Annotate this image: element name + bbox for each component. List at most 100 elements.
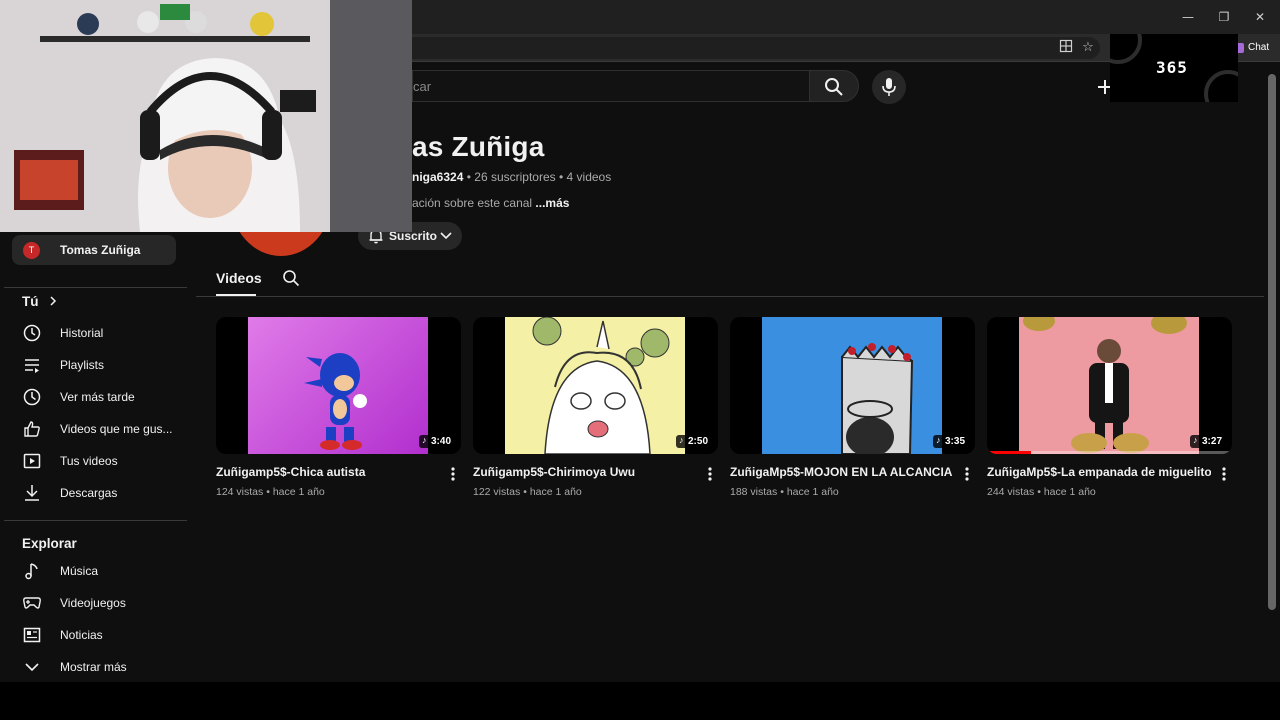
sidebar-divider [4, 520, 187, 521]
sidebar-item-label: Descargas [60, 486, 118, 500]
stream-logo: 365 [1110, 34, 1238, 102]
channel-search-button[interactable] [282, 269, 302, 289]
sidebar-item-news[interactable]: Noticias [12, 620, 176, 650]
section-title: Tú [22, 294, 39, 309]
scrollbar-thumb[interactable] [1268, 74, 1276, 610]
bookmark-star-icon[interactable]: ☆ [1080, 39, 1096, 55]
sidebar-divider [4, 287, 187, 288]
sidebar-item-playlists[interactable]: Playlists [12, 350, 176, 380]
subscriber-count: 26 suscriptores [474, 170, 556, 184]
video-duration: 3:35 [932, 435, 969, 448]
app-install-icon[interactable] [1058, 39, 1074, 55]
video-meta: 124 vistas • hace 1 año [216, 486, 325, 498]
more-vert-icon[interactable] [705, 466, 715, 482]
channel-description[interactable]: ación sobre este canal ...más [412, 196, 569, 210]
video-card[interactable]: 3:35 ZuñigaMp5$-MOJON EN LA ALCANCIA 💩 1… [730, 317, 975, 507]
more-vert-icon[interactable] [1219, 466, 1229, 482]
video-thumbnail[interactable]: 2:50 [473, 317, 718, 454]
sidebar-item-label: Tomas Zuñiga [60, 243, 141, 257]
chevron-down-icon [25, 663, 39, 672]
webcam-overlay [0, 0, 412, 232]
sidebar-item-user-channel[interactable]: T Tomas Zuñiga [12, 235, 176, 265]
video-title[interactable]: Zuñigamp5$-Chica autista [216, 465, 440, 479]
music-icon [25, 563, 38, 580]
gaming-icon [23, 597, 41, 609]
view-count: 188 vistas [730, 486, 778, 498]
video-meta: 244 vistas • hace 1 año [987, 486, 1096, 498]
channel-handle: niga6324 [412, 170, 464, 184]
close-icon[interactable]: ✕ [1250, 8, 1270, 26]
upload-age: hace 1 año [272, 486, 325, 498]
video-title[interactable]: ZuñigaMp5$-MOJON EN LA ALCANCIA 💩 [730, 465, 954, 479]
search-input[interactable]: car [412, 70, 810, 102]
search-icon [825, 78, 843, 96]
sidebar-item-show-more[interactable]: Mostrar más [12, 652, 176, 682]
video-meta: 188 vistas • hace 1 año [730, 486, 839, 498]
sidebar-section-explore: Explorar [22, 536, 77, 551]
meta-separator: • [558, 170, 564, 184]
search-placeholder: car [413, 79, 432, 94]
sidebar-item-label: Noticias [60, 628, 103, 642]
description-text: ación sobre este canal [412, 196, 533, 210]
video-count: 4 videos [566, 170, 612, 184]
sidebar-item-label: Videojuegos [60, 596, 126, 610]
more-link[interactable]: ...más [535, 196, 569, 210]
sidebar-item-watch-later[interactable]: Ver más tarde [12, 382, 176, 412]
liked-videos-icon [24, 421, 40, 437]
search-icon [283, 270, 300, 287]
sidebar-item-label: Playlists [60, 358, 105, 372]
more-vert-icon[interactable] [448, 466, 458, 482]
voice-search-button[interactable] [872, 70, 906, 104]
thumbnail-image [1019, 317, 1199, 454]
sidebar-item-music[interactable]: Música [12, 556, 176, 586]
channel-meta: niga6324 • 26 suscriptores • 4 videos [412, 170, 611, 184]
your-videos-icon [23, 453, 41, 469]
video-duration: 2:50 [675, 435, 712, 448]
minimize-icon[interactable]: — [1178, 8, 1198, 26]
playlists-icon [25, 359, 39, 373]
video-duration: 3:27 [1189, 435, 1226, 448]
video-thumbnail[interactable]: 3:27 [987, 317, 1232, 454]
avatar: T [23, 242, 40, 259]
watch-progress-bar [987, 451, 1232, 454]
sidebar-item-liked-videos[interactable]: Videos que me gus... [12, 414, 176, 444]
page-scrollbar[interactable] [1264, 62, 1280, 682]
sidebar-item-history[interactable]: Historial [12, 318, 176, 348]
more-vert-icon[interactable] [962, 466, 972, 482]
chat-button[interactable]: Chat [1236, 39, 1276, 57]
mic-icon [882, 78, 896, 96]
thumbnail-image [248, 317, 428, 454]
search-button[interactable] [809, 70, 859, 102]
sidebar-section-you[interactable]: Tú [22, 294, 58, 309]
sidebar-item-label: Videos que me gus... [60, 422, 173, 436]
sidebar-item-label: Música [60, 564, 99, 578]
tab-videos[interactable]: Videos [216, 270, 262, 286]
channel-name: as Zuñiga [412, 131, 545, 162]
video-meta: 122 vistas • hace 1 año [473, 486, 582, 498]
video-title[interactable]: Zuñigamp5$-Chirimoya Uwu [473, 465, 697, 479]
video-thumbnail[interactable]: 3:35 [730, 317, 975, 454]
video-title[interactable]: ZuñigaMp5$-La empanada de miguelito [987, 465, 1211, 479]
webcam-image [0, 0, 412, 232]
watch-later-icon [23, 388, 41, 406]
upload-age: hace 1 año [1043, 486, 1096, 498]
meta-separator: • [266, 486, 270, 498]
video-card[interactable]: 2:50 Zuñigamp5$-Chirimoya Uwu 122 vistas… [473, 317, 718, 507]
thumbnail-image [762, 317, 942, 454]
sidebar-item-your-videos[interactable]: Tus videos [12, 446, 176, 476]
meta-separator: • [1037, 486, 1041, 498]
meta-separator: • [523, 486, 527, 498]
sidebar-item-downloads[interactable]: Descargas [12, 478, 176, 508]
history-icon [23, 324, 41, 342]
video-thumbnail[interactable]: 3:40 [216, 317, 461, 454]
watch-progress-fill [987, 451, 1032, 454]
sidebar: T Tomas Zuñiga Tú Historial Playlists Ve… [0, 232, 196, 682]
chevron-right-icon [50, 296, 57, 306]
url-field[interactable] [300, 37, 1100, 59]
video-card[interactable]: 3:40 Zuñigamp5$-Chica autista 124 vistas… [216, 317, 461, 507]
thumbnail-image [505, 317, 685, 454]
video-card[interactable]: 3:27 ZuñigaMp5$-La empanada de miguelito… [987, 317, 1232, 507]
restore-icon[interactable]: ❐ [1214, 8, 1234, 26]
sidebar-item-gaming[interactable]: Videojuegos [12, 588, 176, 618]
sidebar-item-label: Mostrar más [60, 660, 127, 674]
